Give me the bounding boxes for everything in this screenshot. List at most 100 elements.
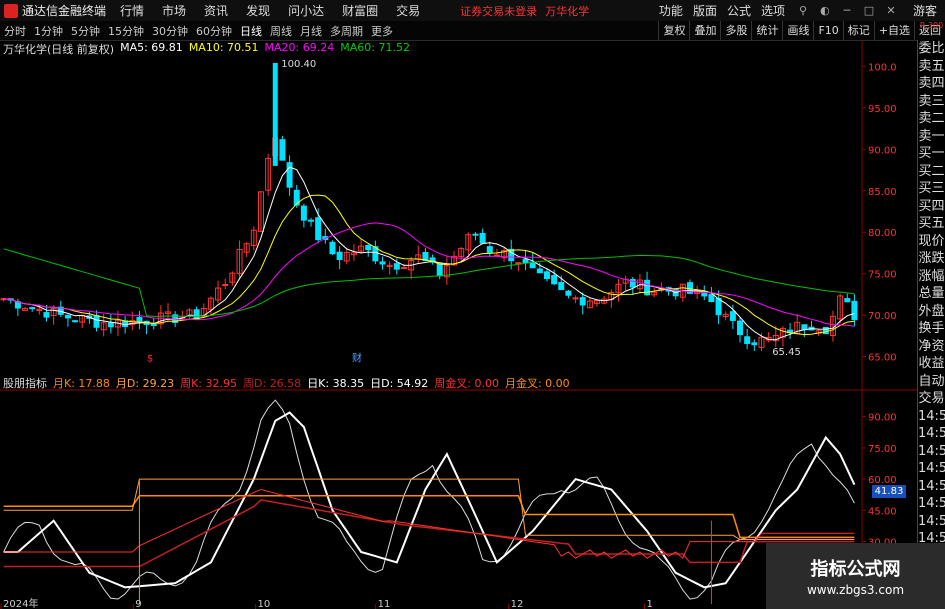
indicator-info: 股朋指标 月K: 17.88 月D: 29.23 周K: 32.95 周D: 2…	[3, 375, 576, 391]
side-item-25[interactable]: 14:56	[918, 478, 945, 496]
tab-period-60min[interactable]: 60分钟	[192, 23, 236, 39]
side-item-10[interactable]: 买五	[918, 215, 945, 233]
candle-body	[479, 232, 486, 244]
side-item-27[interactable]: 14:56	[918, 513, 945, 531]
watermark-title: 指标公式网	[810, 559, 901, 580]
side-item-19[interactable]: 自动	[918, 373, 945, 391]
low-label: 65.45	[772, 347, 801, 358]
side-item-16[interactable]: 换手	[918, 320, 945, 338]
side-item-7[interactable]: 买二	[918, 163, 945, 181]
daily-d-line	[3, 411, 856, 589]
zk-value: 周K: 32.95	[180, 377, 238, 390]
skin-icon[interactable]: ◐	[817, 4, 833, 18]
menu-hangqing[interactable]: 行情	[120, 2, 144, 19]
side-top-label: R 300	[919, 21, 944, 30]
btn-zixuan[interactable]: +自选	[873, 21, 914, 40]
rd-value: 日D: 54.92	[370, 377, 429, 390]
menu-wenxiaoda[interactable]: 问小达	[288, 2, 324, 19]
menu-gongneng[interactable]: 功能	[659, 2, 683, 19]
candle-body	[744, 336, 751, 344]
close-icon[interactable]: ✕	[883, 4, 899, 18]
side-item-21[interactable]: 14:56	[918, 408, 945, 426]
candle-body	[579, 297, 586, 306]
tab-period-1min[interactable]: 1分钟	[30, 23, 67, 39]
tab-period-30min[interactable]: 30分钟	[148, 23, 192, 39]
tab-period-day[interactable]: 日线	[236, 23, 266, 39]
ind-axis-label: 90.00	[868, 413, 897, 424]
kline-chart[interactable]: 100.0 95.00 90.00 85.00 80.00 75.00 70.00 65.00…	[0, 40, 918, 609]
side-item-3[interactable]: 卖三	[918, 93, 945, 111]
side-item-5[interactable]: 卖一	[918, 128, 945, 146]
ma20-value: MA20: 69.24	[264, 41, 335, 54]
side-item-26[interactable]: 14:56	[918, 495, 945, 513]
side-item-15[interactable]: 外盘	[918, 303, 945, 321]
minimize-icon[interactable]: ─	[839, 4, 855, 18]
candle-body	[93, 315, 100, 328]
menu-gongshi[interactable]: 公式	[727, 2, 751, 19]
side-item-2[interactable]: 卖四	[918, 75, 945, 93]
xaxis-label: 10	[258, 599, 271, 609]
candle-body	[329, 241, 336, 255]
marker-cai: 财	[352, 352, 362, 365]
side-item-13[interactable]: 涨幅	[918, 268, 945, 286]
xaxis-label: 12	[511, 599, 524, 609]
tab-period-fenshi[interactable]: 分时	[0, 23, 30, 39]
high-label: 100.40	[281, 59, 316, 70]
login-status[interactable]: 证券交易未登录	[460, 3, 537, 19]
menu-jiaoyi[interactable]: 交易	[396, 2, 420, 19]
side-item-9[interactable]: 买四	[918, 198, 945, 216]
btn-tongji[interactable]: 统计	[751, 21, 782, 40]
side-item-22[interactable]: 14:56	[918, 425, 945, 443]
btn-f10[interactable]: F10	[813, 21, 842, 40]
month-k-line	[3, 495, 855, 539]
xaxis-label: 1	[647, 599, 653, 609]
side-item-4[interactable]: 卖二	[918, 110, 945, 128]
zjc-value: 周金叉: 0.00	[434, 377, 499, 390]
tab-period-week[interactable]: 周线	[266, 23, 296, 39]
menu-zixun[interactable]: 资讯	[204, 2, 228, 19]
side-item-11[interactable]: 现价	[918, 233, 945, 251]
candle-body	[150, 323, 157, 327]
side-item-1[interactable]: 卖五	[918, 58, 945, 76]
tab-period-more[interactable]: 更多	[367, 23, 397, 39]
tab-period-multi[interactable]: 多周期	[326, 23, 367, 39]
candle-body	[737, 320, 744, 336]
side-item-17[interactable]: 净资	[918, 338, 945, 356]
side-item-14[interactable]: 总量	[918, 285, 945, 303]
side-item-18[interactable]: 收益	[918, 355, 945, 373]
tab-period-5min[interactable]: 5分钟	[67, 23, 104, 39]
search-icon[interactable]: ⚲	[795, 4, 811, 18]
candle-body	[107, 322, 114, 328]
ma10-line	[3, 194, 855, 336]
btn-fuquan[interactable]: 复权	[658, 21, 689, 40]
side-item-8[interactable]: 买三	[918, 180, 945, 198]
maximize-icon[interactable]: □	[861, 4, 877, 18]
side-item-12[interactable]: 涨跌	[918, 250, 945, 268]
btn-huaxian[interactable]: 画线	[782, 21, 813, 40]
menu-faxian[interactable]: 发现	[246, 2, 270, 19]
candle-body	[822, 326, 829, 335]
menu-banmian[interactable]: 版面	[693, 2, 717, 19]
candle-body	[701, 292, 708, 297]
btn-diejia[interactable]: 叠加	[689, 21, 720, 40]
side-item-23[interactable]: 14:56	[918, 443, 945, 461]
menu-caifuquan[interactable]: 财富圈	[342, 2, 378, 19]
candle-body	[751, 342, 758, 346]
candle-body	[29, 307, 36, 310]
side-item-20[interactable]: 交易	[918, 390, 945, 408]
guest-user[interactable]: 游客	[913, 2, 937, 19]
watermark-url: www.zbgs3.com	[806, 583, 905, 597]
menu-shichang[interactable]: 市场	[162, 2, 186, 19]
side-item-6[interactable]: 买一	[918, 145, 945, 163]
btn-biaoji[interactable]: 标记	[842, 21, 874, 40]
menu-xuanxiang[interactable]: 选项	[761, 2, 785, 19]
btn-duogu[interactable]: 多股	[720, 21, 751, 40]
candle-body	[472, 233, 479, 236]
marker-s: $	[147, 354, 153, 365]
tab-period-15min[interactable]: 15分钟	[104, 23, 148, 39]
tab-period-month[interactable]: 月线	[296, 23, 326, 39]
side-item-24[interactable]: 14:56	[918, 460, 945, 478]
watermark: 指标公式网 www.zbgs3.com	[766, 543, 945, 609]
ma5-value: MA5: 69.81	[120, 41, 183, 54]
side-item-0[interactable]: 委比	[918, 40, 945, 58]
